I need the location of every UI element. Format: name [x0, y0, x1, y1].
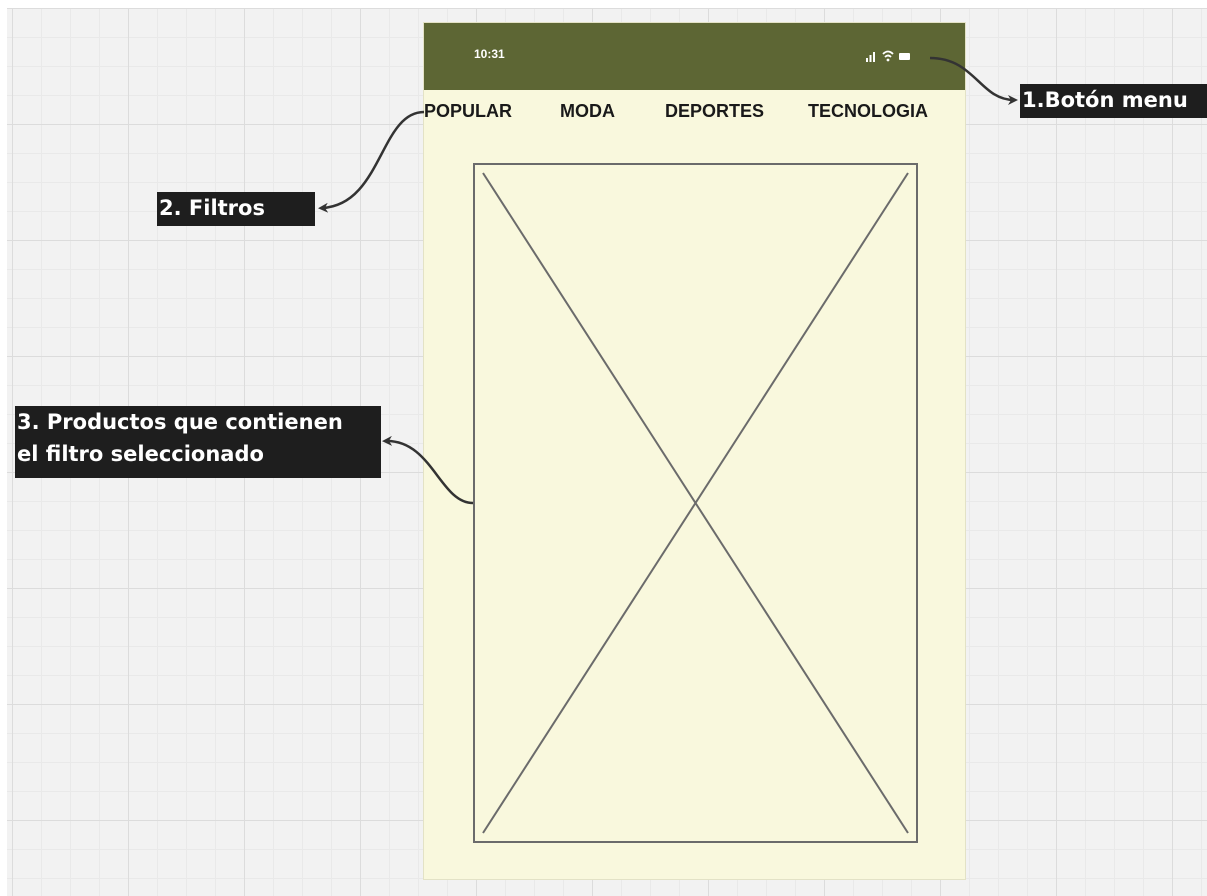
signal-icon [866, 52, 875, 62]
arrow-filtros [318, 110, 425, 213]
tab-popular[interactable]: POPULAR [424, 101, 512, 122]
status-bar: 10:31 [424, 23, 965, 90]
product-image-placeholder[interactable] [473, 163, 918, 843]
annotation-products: 3. Productos que contienen el filtro sel… [15, 406, 381, 478]
battery-icon[interactable] [899, 53, 910, 60]
wifi-icon [882, 50, 894, 62]
annotation-filters: 2. Filtros [157, 192, 315, 226]
annotation-menu-button: 1.Botón menu [1020, 84, 1207, 118]
whiteboard-canvas: 10:31 POPULAR MODA DEPORTES TECNOLOGIA 1… [0, 0, 1207, 896]
filter-tabs: POPULAR MODA DEPORTES TECNOLOGIA [424, 101, 965, 125]
tab-deportes[interactable]: DEPORTES [665, 101, 764, 122]
annotation-products-line-1: 3. Productos que contienen [17, 410, 343, 434]
phone-mockup: 10:31 POPULAR MODA DEPORTES TECNOLOGIA [424, 23, 965, 879]
tab-moda[interactable]: MODA [560, 101, 615, 122]
canvas-left-edge [0, 0, 7, 896]
tab-tecnologia[interactable]: TECNOLOGIA [808, 101, 928, 122]
annotation-products-line-2: el filtro seleccionado [17, 442, 264, 466]
status-icons [866, 50, 910, 62]
canvas-top-edge [0, 0, 1207, 8]
status-time: 10:31 [474, 47, 505, 61]
